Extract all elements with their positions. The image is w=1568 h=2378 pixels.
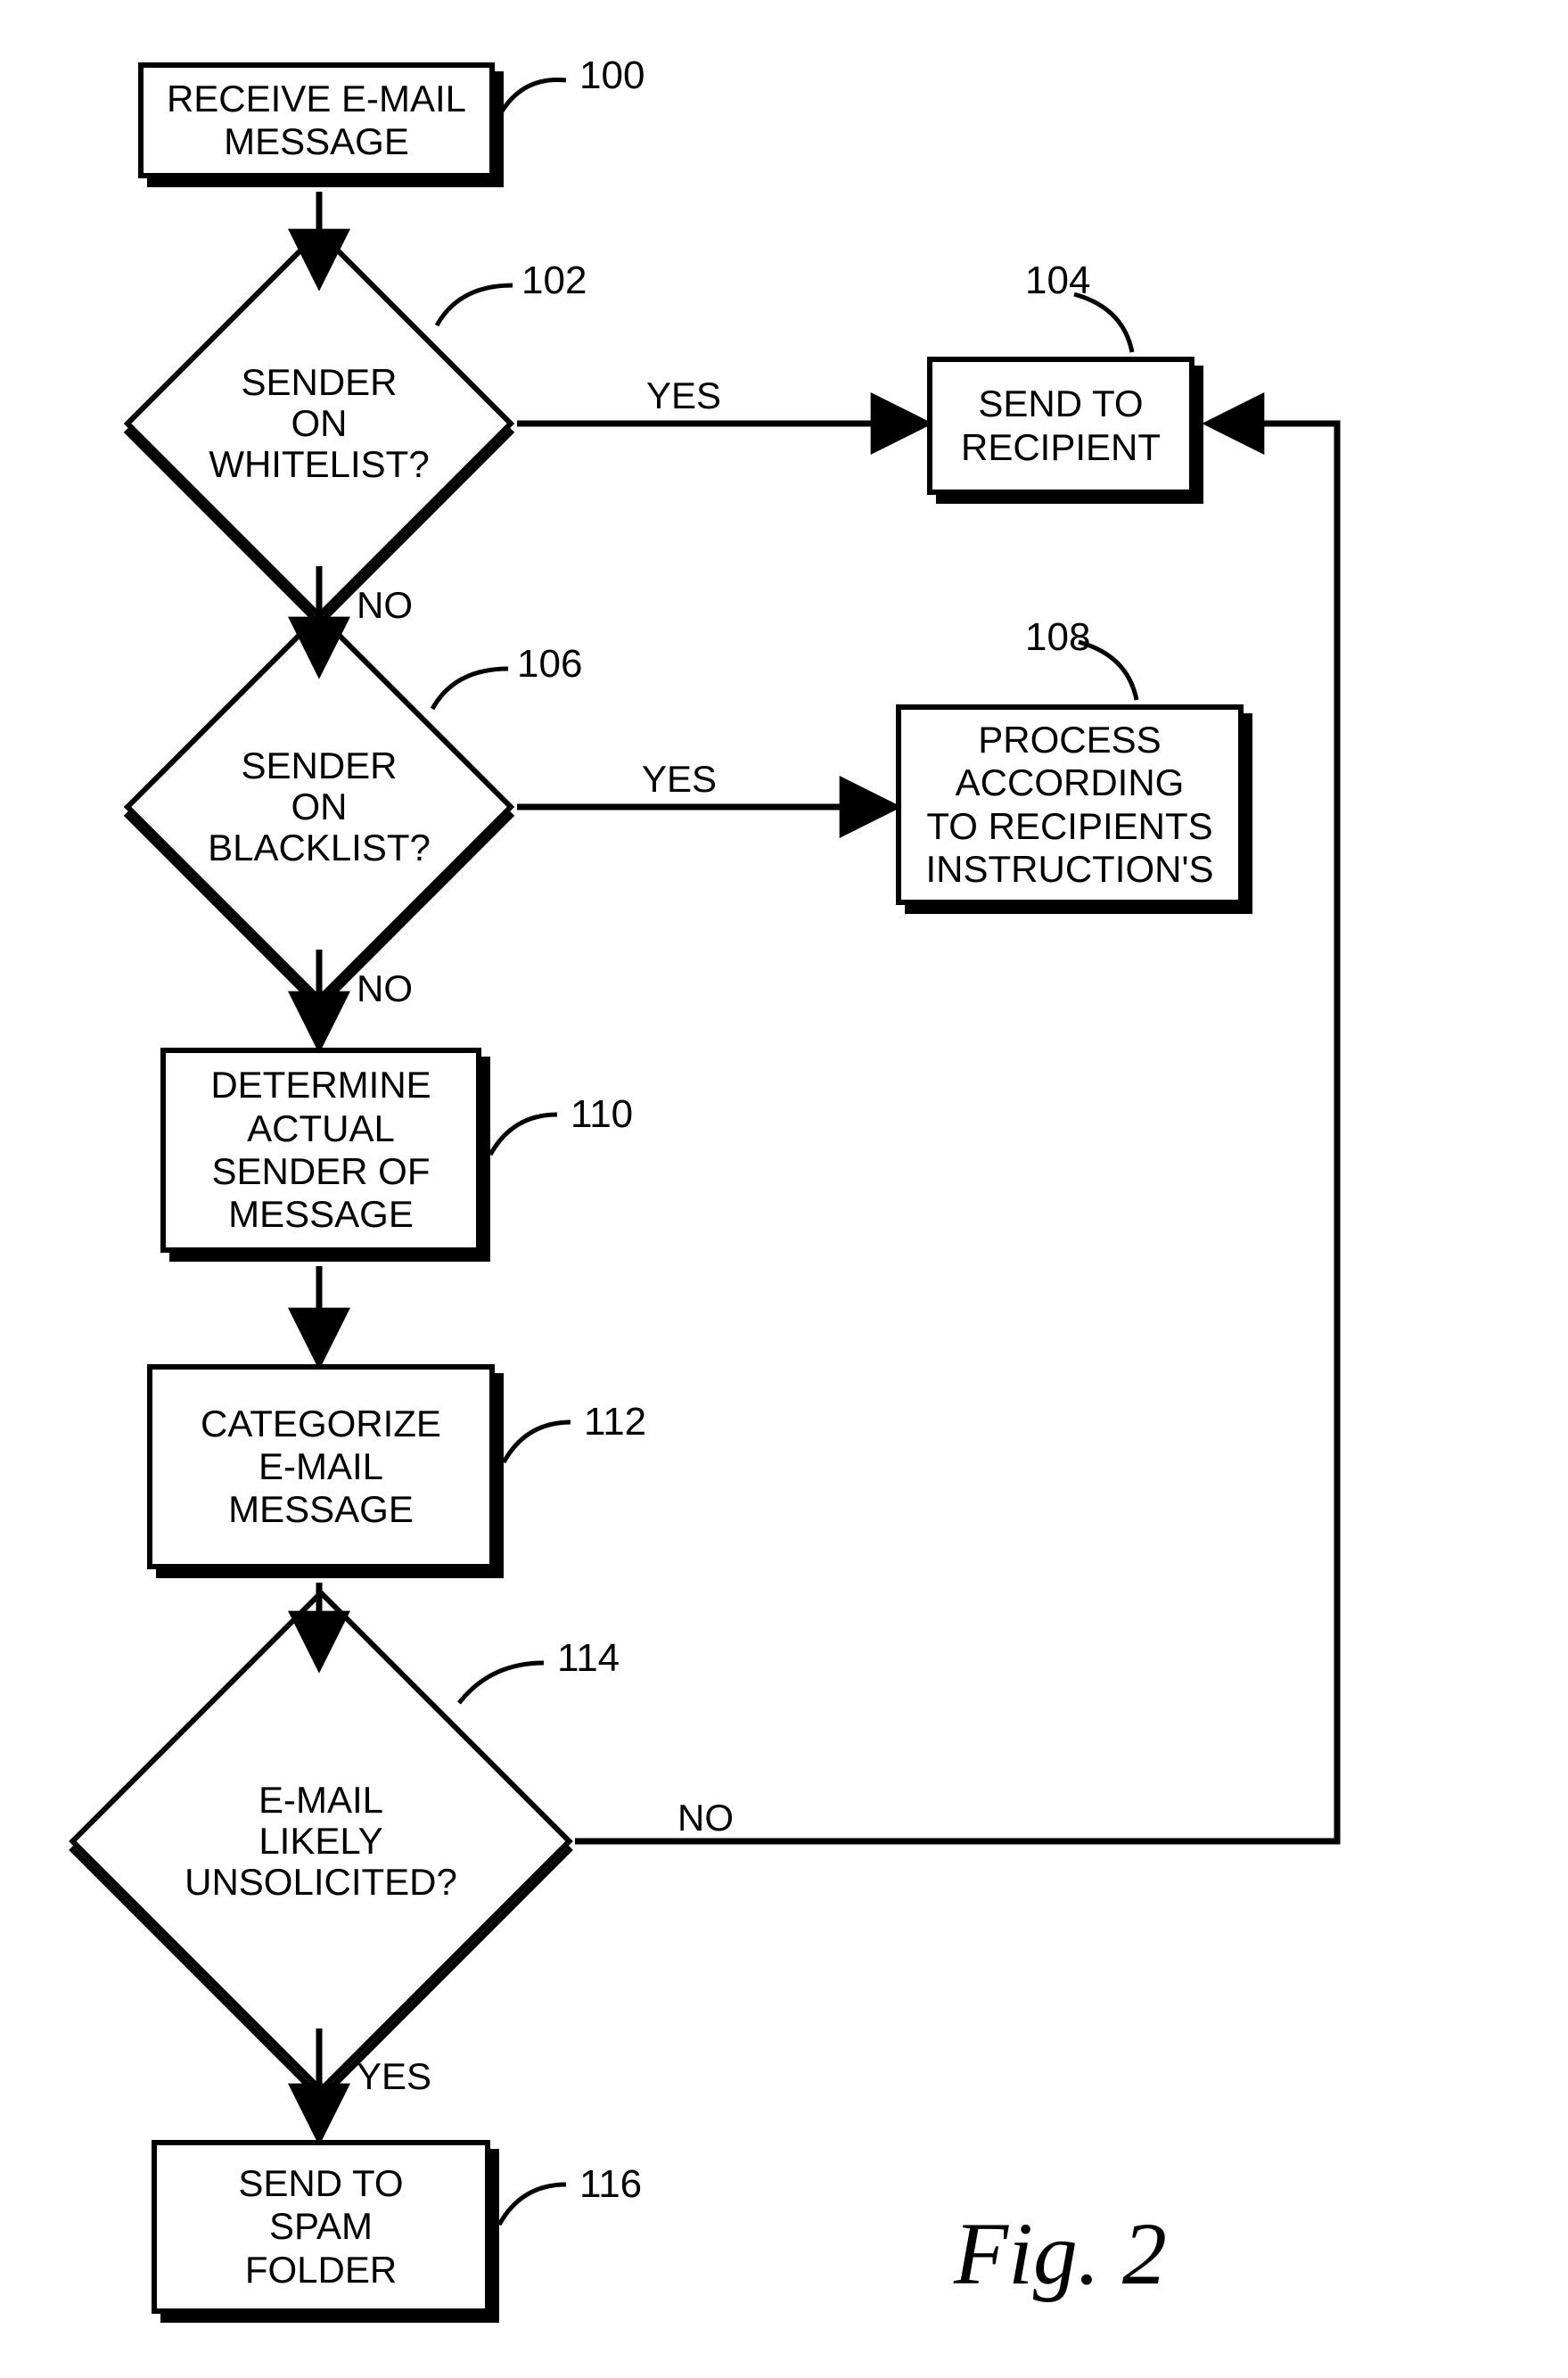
edge-label-yes-102: YES — [646, 374, 721, 417]
ref-112: 112 — [584, 1400, 646, 1444]
ref-104: 104 — [1025, 259, 1090, 303]
node-text: SENDERON BLACKLIST? — [181, 745, 457, 869]
node-sender-blacklist: SENDERON BLACKLIST? — [181, 669, 457, 945]
ref-102: 102 — [521, 259, 587, 303]
node-text: SENDERON WHITELIST? — [181, 362, 457, 486]
node-text: DETERMINEACTUALSENDER OFMESSAGE — [210, 1064, 431, 1236]
node-categorize-email: CATEGORIZEE-MAILMESSAGE — [147, 1364, 495, 1569]
node-text: PROCESSACCORDINGTO RECIPIENTSINSTRUCTION… — [925, 719, 1213, 891]
node-text: E-MAILLIKELYUNSOLICITED? — [185, 1780, 457, 1904]
edge-label-no-106: NO — [357, 967, 413, 1010]
edge-label-no-114: NO — [677, 1797, 734, 1839]
ref-108: 108 — [1025, 615, 1090, 660]
node-receive-email: RECEIVE E-MAILMESSAGE — [138, 62, 495, 178]
node-text: RECEIVE E-MAILMESSAGE — [167, 78, 466, 164]
node-sender-whitelist: SENDERON WHITELIST? — [181, 285, 457, 562]
ref-106: 106 — [517, 642, 582, 687]
ref-116: 116 — [579, 2162, 642, 2207]
node-text: SEND TORECIPIENT — [961, 383, 1161, 469]
node-text: CATEGORIZEE-MAILMESSAGE — [201, 1403, 441, 1532]
edge-label-yes-106: YES — [642, 758, 717, 801]
figure-label: Fig. 2 — [954, 2202, 1167, 2305]
node-process-instructions: PROCESSACCORDINGTO RECIPIENTSINSTRUCTION… — [896, 704, 1244, 905]
node-text: SEND TOSPAMFOLDER — [238, 2162, 403, 2292]
ref-100: 100 — [579, 53, 644, 98]
edge-label-no-102: NO — [357, 584, 413, 627]
ref-110: 110 — [571, 1092, 633, 1137]
node-send-recipient: SEND TORECIPIENT — [927, 357, 1194, 495]
ref-114: 114 — [557, 1636, 620, 1681]
node-determine-sender: DETERMINEACTUALSENDER OFMESSAGE — [160, 1048, 481, 1253]
node-email-unsolicited: E-MAILLIKELYUNSOLICITED? — [143, 1663, 499, 2020]
node-send-spam: SEND TOSPAMFOLDER — [152, 2140, 490, 2314]
edge-label-yes-114: YES — [357, 2055, 431, 2098]
